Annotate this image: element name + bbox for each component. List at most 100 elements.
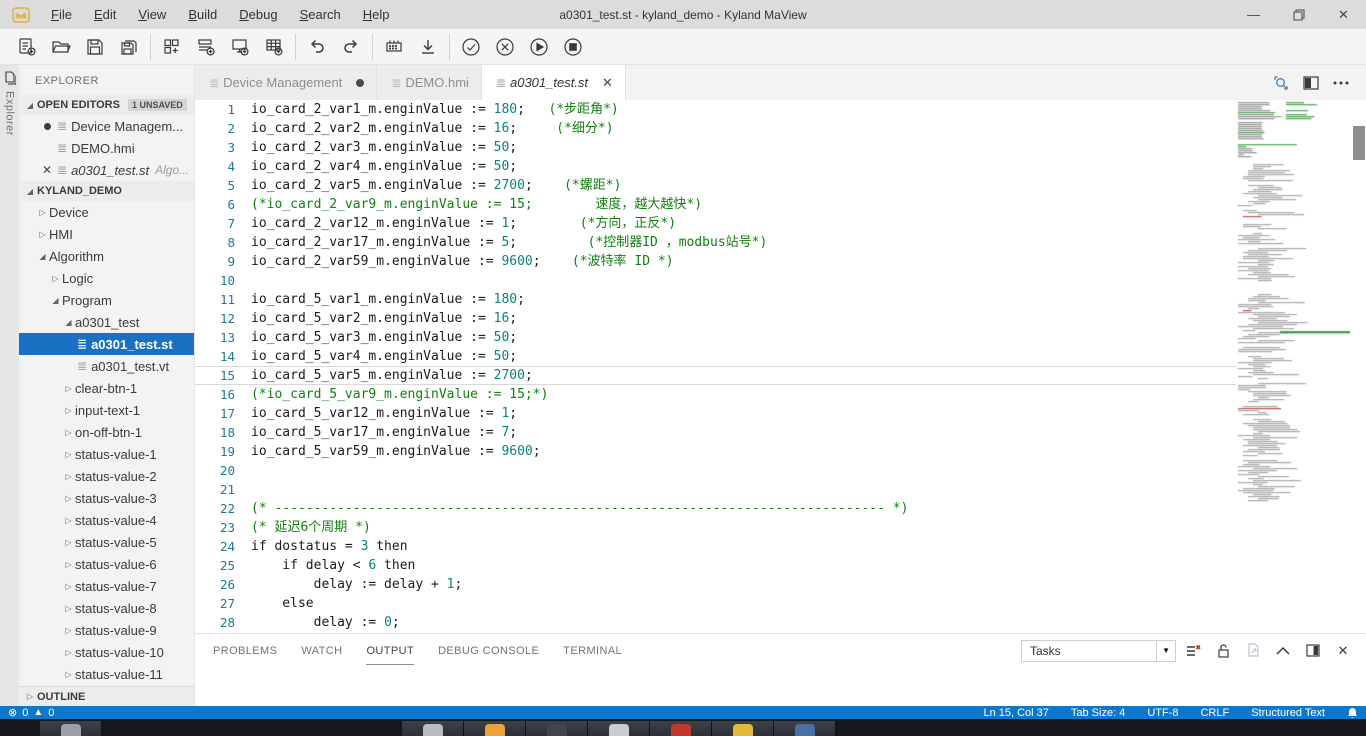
close-editor-icon[interactable]: ✕: [39, 163, 55, 177]
eol-sequence[interactable]: CRLF: [1200, 707, 1229, 719]
compile-check-button[interactable]: [454, 32, 488, 62]
minimap[interactable]: [1236, 100, 1352, 633]
code-line[interactable]: 24if dostatus = 3 then: [195, 537, 1236, 556]
tree-item-status-value-4[interactable]: ▷status-value-4: [19, 509, 194, 531]
warnings-icon[interactable]: ▲: [33, 707, 43, 718]
taskbar-app2-button[interactable]: [464, 721, 526, 736]
tree-item-status-value-8[interactable]: ▷status-value-8: [19, 597, 194, 619]
download-device-button[interactable]: [377, 32, 411, 62]
new-table-button[interactable]: [257, 32, 291, 62]
language-mode[interactable]: Structured Text: [1251, 707, 1325, 719]
tree-item-program[interactable]: ◢Program: [19, 289, 194, 311]
modified-dot-icon[interactable]: [356, 79, 364, 87]
redo-button[interactable]: [334, 32, 368, 62]
code-line[interactable]: 27 else: [195, 594, 1236, 613]
tree-item-status-value-11[interactable]: ▷status-value-11: [19, 663, 194, 685]
open-editor-item[interactable]: ✕≣a0301_test.stAlgo...: [19, 159, 194, 181]
taskbar-app5-button[interactable]: [650, 721, 712, 736]
unlock-scroll-button[interactable]: [1210, 639, 1236, 663]
clear-output-button[interactable]: [1180, 639, 1206, 663]
tab-demo-hmi[interactable]: ≣ DEMO.hmi: [377, 65, 482, 100]
open-log-file-button[interactable]: [1240, 639, 1266, 663]
tab-close-icon[interactable]: ✕: [602, 75, 613, 91]
close-panel-button[interactable]: ✕: [1330, 639, 1356, 663]
code-area[interactable]: 1io_card_2_var1_m.enginValue := 180; (*步…: [195, 100, 1236, 633]
code-line[interactable]: 9io_card_2_var59_m.enginValue := 9600; (…: [195, 252, 1236, 271]
code-line[interactable]: 17io_card_5_var12_m.enginValue := 1;: [195, 404, 1236, 423]
taskbar-app7-button[interactable]: [774, 721, 836, 736]
open-preview-button[interactable]: [1266, 68, 1296, 98]
panel-tab-debug-console[interactable]: DEBUG CONSOLE: [438, 636, 539, 665]
scrollbar-thumb[interactable]: [1353, 126, 1365, 160]
code-line[interactable]: 1io_card_2_var1_m.enginValue := 180; (*步…: [195, 100, 1236, 119]
menu-help[interactable]: Help: [352, 0, 401, 29]
menu-search[interactable]: Search: [289, 0, 352, 29]
code-line[interactable]: 28 delay := 0;: [195, 613, 1236, 632]
warnings-count[interactable]: 0: [48, 707, 54, 719]
open-editor-item[interactable]: ≣Device Managem...: [19, 115, 194, 137]
run-button[interactable]: [522, 32, 556, 62]
tree-item-a0301_test[interactable]: ◢a0301_test: [19, 311, 194, 333]
minimize-button[interactable]: —: [1231, 0, 1276, 29]
panel-tab-watch[interactable]: WATCH: [301, 636, 342, 665]
new-hmi-button[interactable]: [223, 32, 257, 62]
code-line[interactable]: 4io_card_2_var4_m.enginValue := 50;: [195, 157, 1236, 176]
panel-tab-output[interactable]: OUTPUT: [366, 636, 414, 665]
tab-device-management[interactable]: ≣ Device Management: [195, 65, 377, 100]
output-channel-select[interactable]: Tasks ▼: [1021, 640, 1176, 662]
cursor-position[interactable]: Ln 15, Col 37: [983, 707, 1048, 719]
encoding[interactable]: UTF-8: [1147, 707, 1178, 719]
tree-item-a0301_test.st[interactable]: ≣a0301_test.st: [19, 333, 194, 355]
save-button[interactable]: [78, 32, 112, 62]
code-line[interactable]: 12io_card_5_var2_m.enginValue := 16;: [195, 309, 1236, 328]
code-line[interactable]: 10: [195, 271, 1236, 290]
open-editors-header[interactable]: ◢ OPEN EDITORS 1 UNSAVED: [19, 95, 194, 115]
new-file-button[interactable]: [10, 32, 44, 62]
tree-item-status-value-1[interactable]: ▷status-value-1: [19, 443, 194, 465]
menu-edit[interactable]: Edit: [83, 0, 127, 29]
tab-a0301-test-st[interactable]: ≣ a0301_test.st ✕: [482, 65, 626, 100]
code-line[interactable]: 14io_card_5_var4_m.enginValue := 50;: [195, 347, 1236, 366]
code-line[interactable]: 22(* -----------------------------------…: [195, 499, 1236, 518]
tree-item-status-value-2[interactable]: ▷status-value-2: [19, 465, 194, 487]
tab-size[interactable]: Tab Size: 4: [1071, 707, 1125, 719]
open-folder-button[interactable]: [44, 32, 78, 62]
undo-button[interactable]: [300, 32, 334, 62]
tree-item-status-value-3[interactable]: ▷status-value-3: [19, 487, 194, 509]
notifications-bell-icon[interactable]: [1347, 707, 1358, 719]
code-line[interactable]: 2io_card_2_var2_m.enginValue := 16; (*细分…: [195, 119, 1236, 138]
explorer-files-icon[interactable]: [3, 71, 16, 85]
menu-file[interactable]: File: [40, 0, 83, 29]
more-actions-button[interactable]: [1326, 68, 1356, 98]
tree-item-clear-btn-1[interactable]: ▷clear-btn-1: [19, 377, 194, 399]
tree-item-hmi[interactable]: ▷HMI: [19, 223, 194, 245]
code-line[interactable]: 8io_card_2_var17_m.enginValue := 5; (*控制…: [195, 233, 1236, 252]
open-editor-item[interactable]: ≣DEMO.hmi: [19, 137, 194, 159]
tree-item-input-text-1[interactable]: ▷input-text-1: [19, 399, 194, 421]
code-line[interactable]: 19io_card_5_var59_m.enginValue := 9600;: [195, 442, 1236, 461]
tree-item-status-value-7[interactable]: ▷status-value-7: [19, 575, 194, 597]
panel-tab-terminal[interactable]: TERMINAL: [563, 636, 622, 665]
save-all-button[interactable]: [112, 32, 146, 62]
split-editor-button[interactable]: [1296, 68, 1326, 98]
code-line[interactable]: 21: [195, 480, 1236, 499]
tree-item-status-value-6[interactable]: ▷status-value-6: [19, 553, 194, 575]
code-line[interactable]: 18io_card_5_var17_m.enginValue := 7;: [195, 423, 1236, 442]
tree-item-status-value-5[interactable]: ▷status-value-5: [19, 531, 194, 553]
code-line[interactable]: 23(* 延迟6个周期 *): [195, 518, 1236, 537]
tree-item-status-value-9[interactable]: ▷status-value-9: [19, 619, 194, 641]
code-line[interactable]: 20: [195, 461, 1236, 480]
tree-item-a0301_test.vt[interactable]: ≣a0301_test.vt: [19, 355, 194, 377]
code-line[interactable]: 6(*io_card_2_var9_m.enginValue := 15; 速度…: [195, 195, 1236, 214]
restore-button[interactable]: [1276, 0, 1321, 29]
tree-item-logic[interactable]: ▷Logic: [19, 267, 194, 289]
code-line[interactable]: 3io_card_2_var3_m.enginValue := 50;: [195, 138, 1236, 157]
taskbar-app3-button[interactable]: [526, 721, 588, 736]
stop-button[interactable]: [556, 32, 590, 62]
panel-layout-button[interactable]: [1300, 639, 1326, 663]
close-button[interactable]: ✕: [1321, 0, 1366, 29]
taskbar-start-button[interactable]: [40, 721, 102, 736]
code-line[interactable]: 15io_card_5_var5_m.enginValue := 2700;: [195, 366, 1236, 385]
taskbar-app6-button[interactable]: [712, 721, 774, 736]
code-line[interactable]: 13io_card_5_var3_m.enginValue := 50;: [195, 328, 1236, 347]
